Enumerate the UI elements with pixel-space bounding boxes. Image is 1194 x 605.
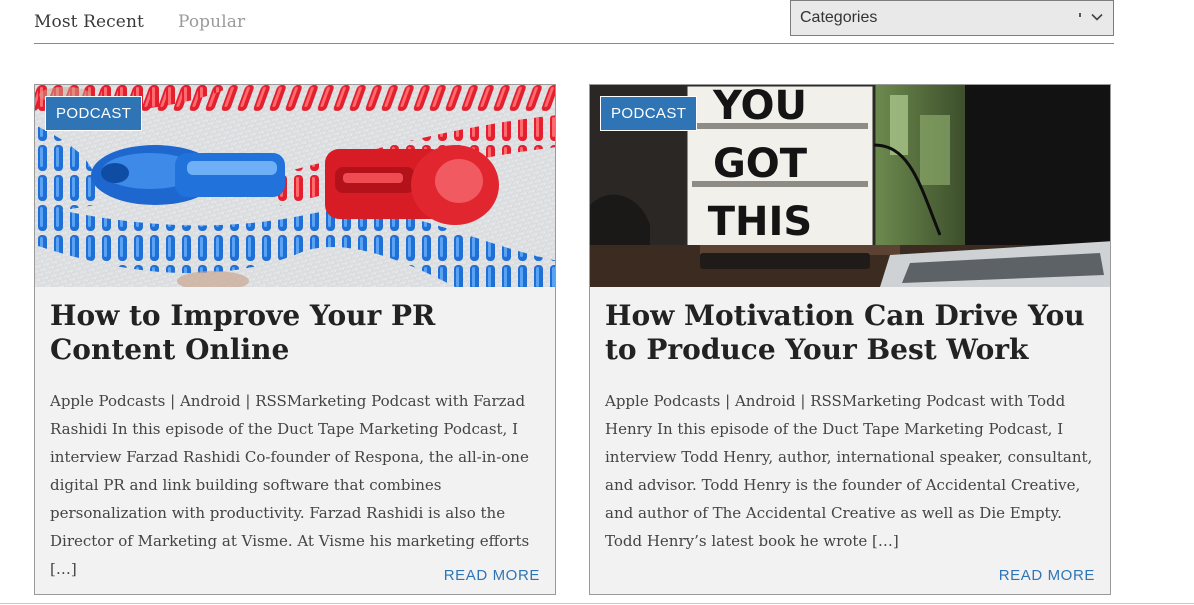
post-excerpt: Apple Podcasts | Android | RSSMarketing … [605,392,1093,550]
post-filter-bar: Most Recent Popular Categories [34,0,1114,44]
read-more-link[interactable]: READ MORE [999,567,1095,584]
sign-word-2: GOT [713,141,808,187]
category-badge[interactable]: PODCAST [600,96,698,131]
select-divider [1079,13,1081,17]
post-card-body: How Motivation Can Drive You to Produce … [605,287,1096,594]
sign-word-3: THIS [708,199,812,245]
tab-most-recent[interactable]: Most Recent [34,11,144,33]
post-title[interactable]: How to Improve Your PR Content Online [50,299,550,367]
read-more-link[interactable]: READ MORE [444,567,540,584]
categories-select[interactable]: Categories [790,0,1114,36]
post-excerpt: Apple Podcasts | Android | RSSMarketing … [50,392,530,578]
post-card-body: How to Improve Your PR Content Online Ap… [50,287,541,594]
sign-word-1: YOU [712,85,807,129]
chevron-down-icon [1091,13,1103,21]
lightbox-sign-image[interactable]: YOU GOT THIS PODCAST [590,85,1110,287]
divider [0,603,1194,604]
post-card: PODCAST How to Improve Your PR Content O… [34,84,556,595]
categories-select-value: Categories [800,9,878,26]
tab-popular[interactable]: Popular [178,11,245,33]
post-card: YOU GOT THIS PODCAST How Motivation Can … [589,84,1111,595]
zipper-image[interactable]: PODCAST [35,85,555,287]
category-badge[interactable]: PODCAST [45,96,143,131]
post-title[interactable]: How Motivation Can Drive You to Produce … [605,299,1105,367]
